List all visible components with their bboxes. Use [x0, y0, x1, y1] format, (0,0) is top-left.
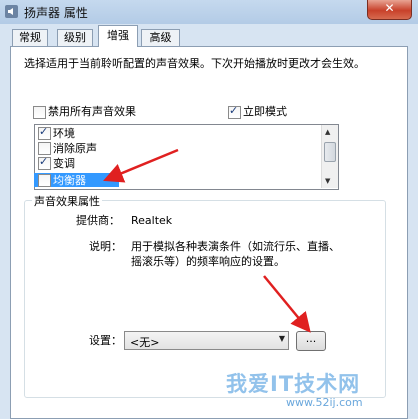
watermark-logo: 我爱IT技术网	[226, 372, 361, 396]
tab-enhancements[interactable]: 增强	[98, 25, 138, 47]
red-arrow-equalizer	[103, 148, 179, 183]
annotation-arrows	[103, 148, 311, 333]
watermark-url: www.52ij.com	[286, 396, 363, 409]
red-arrow-settings	[263, 275, 311, 333]
